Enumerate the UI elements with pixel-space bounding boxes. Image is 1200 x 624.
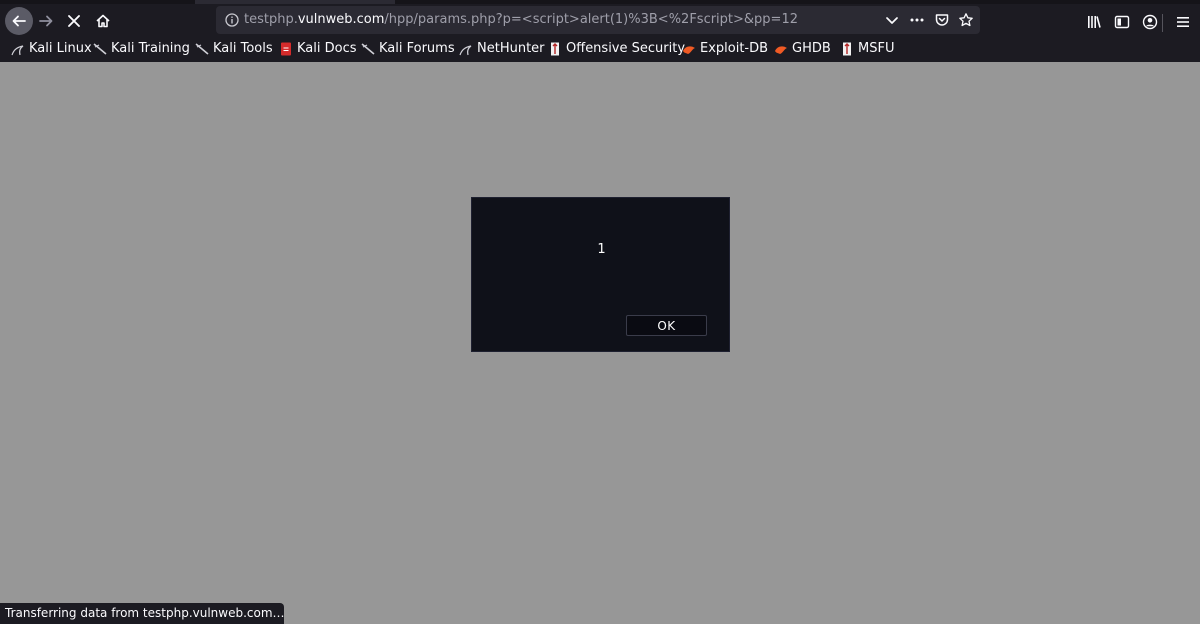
bookmark-ghdb[interactable]: GHDB — [774, 40, 831, 58]
kali-docs-icon — [279, 42, 293, 56]
navigation-toolbar: testphp.vulnweb.com/hpp/params.php?p=<sc… — [0, 4, 1200, 38]
bookmark-kali-docs[interactable]: Kali Docs — [279, 40, 357, 58]
url-domain: vulnweb.com — [297, 12, 385, 27]
bookmark-offensive-security[interactable]: Offensive Security — [548, 40, 685, 58]
browser-chrome: testphp.vulnweb.com/hpp/params.php?p=<sc… — [0, 0, 1200, 62]
pocket-icon[interactable] — [934, 12, 950, 28]
bookmark-kali-training[interactable]: Kali Training — [93, 40, 190, 58]
info-icon[interactable] — [224, 12, 240, 32]
account-icon[interactable] — [1142, 14, 1158, 30]
bookmark-label: Kali Forums — [379, 41, 455, 56]
kali-dragon-icon — [195, 42, 209, 56]
address-bar[interactable]: testphp.vulnweb.com/hpp/params.php?p=<sc… — [216, 6, 980, 34]
bookmark-label: NetHunter — [477, 41, 545, 56]
forward-button[interactable] — [32, 7, 60, 35]
offsec-icon — [840, 42, 854, 56]
back-button[interactable] — [5, 7, 33, 35]
bookmark-label: GHDB — [792, 41, 831, 56]
library-icon[interactable] — [1086, 14, 1102, 30]
back-arrow-icon — [12, 15, 26, 27]
bookmark-label: Exploit-DB — [700, 41, 769, 56]
bookmark-kali-linux[interactable]: Kali Linux — [11, 40, 92, 58]
url-path: /hpp/params.php?p=<script>alert(1)%3B<%2… — [384, 12, 798, 27]
bookmark-nethunter[interactable]: NetHunter — [459, 40, 545, 58]
bookmark-kali-forums[interactable]: Kali Forums — [361, 40, 455, 58]
hamburger-menu-icon[interactable] — [1175, 14, 1191, 30]
sidebar-icon[interactable] — [1114, 14, 1130, 30]
bookmark-label: Kali Tools — [213, 41, 273, 56]
exploitdb-icon — [682, 42, 696, 56]
toolbar-separator — [1162, 14, 1163, 32]
bookmark-exploit-db[interactable]: Exploit-DB — [682, 40, 768, 58]
bookmark-label: Kali Linux — [29, 41, 92, 56]
offsec-icon — [548, 42, 562, 56]
stop-button[interactable] — [60, 7, 88, 35]
bookmark-label: Offensive Security — [566, 41, 686, 56]
alert-message: 1 — [597, 242, 606, 257]
kali-dragon-icon — [93, 42, 107, 56]
ok-button[interactable]: OK — [626, 315, 707, 336]
alert-dialog: 1 OK — [471, 197, 730, 352]
nethunter-icon — [459, 42, 473, 56]
kali-dragon-icon — [11, 42, 25, 56]
url-prefix: testphp. — [244, 12, 298, 27]
star-icon[interactable] — [958, 12, 974, 28]
chevron-down-icon[interactable] — [884, 12, 900, 28]
url-text[interactable]: testphp.vulnweb.com/hpp/params.php?p=<sc… — [244, 6, 798, 34]
stop-icon — [68, 15, 80, 27]
bookmark-label: Kali Docs — [297, 41, 357, 56]
more-dots-icon[interactable] — [909, 12, 925, 28]
home-button[interactable] — [89, 7, 117, 35]
status-bar: Transferring data from testphp.vulnweb.c… — [0, 603, 284, 624]
bookmark-label: Kali Training — [111, 41, 190, 56]
bookmark-kali-tools[interactable]: Kali Tools — [195, 40, 273, 58]
bookmark-msfu[interactable]: MSFU — [840, 40, 894, 58]
home-icon — [96, 14, 110, 28]
bookmarks-toolbar: Kali Linux Kali Training Kali Tools Kali… — [0, 38, 1200, 60]
exploitdb-icon — [774, 42, 788, 56]
kali-dragon-icon — [361, 42, 375, 56]
bookmark-label: MSFU — [858, 41, 895, 56]
forward-arrow-icon — [39, 15, 53, 27]
